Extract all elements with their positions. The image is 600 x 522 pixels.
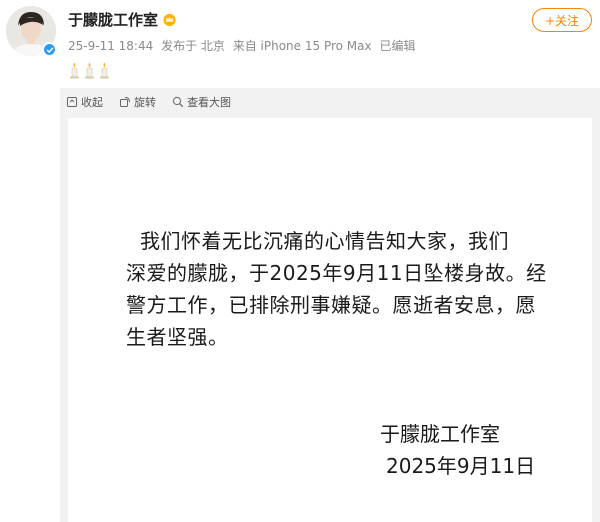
crown-icon bbox=[162, 12, 177, 27]
candle-icon bbox=[70, 62, 79, 79]
collapse-button[interactable]: 收起 bbox=[66, 94, 103, 110]
post-text-emojis bbox=[68, 62, 111, 79]
follow-button[interactable]: +关注 bbox=[532, 8, 592, 32]
statement-signature: 于朦胧工作室 2025年9月11日 bbox=[380, 418, 535, 482]
image-toolbar: 收起 旋转 查看大图 bbox=[66, 94, 231, 110]
candle-icon bbox=[85, 62, 94, 79]
post-edited[interactable]: 已编辑 bbox=[379, 39, 415, 53]
post-meta: 25-9-11 18:44 发布于 北京 来自 iPhone 15 Pro Ma… bbox=[68, 37, 419, 54]
signature-date: 2025年9月11日 bbox=[386, 454, 536, 478]
post-header: 于朦胧工作室 25-9-11 18:44 发布于 北京 来自 iPhone 15… bbox=[0, 0, 600, 90]
author-name[interactable]: 于朦胧工作室 bbox=[68, 9, 158, 30]
author-name-row: 于朦胧工作室 bbox=[68, 9, 177, 30]
collapse-label: 收起 bbox=[81, 96, 103, 109]
view-large-button[interactable]: 查看大图 bbox=[172, 94, 231, 110]
magnify-icon bbox=[172, 96, 184, 108]
rotate-label: 旋转 bbox=[134, 96, 156, 109]
statement-line: 警方工作，已排除刑事嫌疑。愿逝者安息，愿 bbox=[126, 293, 536, 317]
rotate-button[interactable]: 旋转 bbox=[119, 94, 156, 110]
rotate-icon bbox=[120, 97, 130, 107]
post-time[interactable]: 25-9-11 18:44 bbox=[68, 39, 153, 53]
post-location: 发布于 北京 bbox=[161, 39, 225, 53]
statement-line: 生者坚强。 bbox=[126, 325, 229, 349]
statement-line: 深爱的朦胧，于2025年9月11日坠楼身故。经 bbox=[126, 261, 547, 285]
signature-name: 于朦胧工作室 bbox=[380, 422, 500, 446]
statement-line: 我们怀着无比沉痛的心情告知大家，我们 bbox=[140, 229, 509, 253]
verified-badge-icon bbox=[42, 42, 57, 57]
post-device: 来自 iPhone 15 Pro Max bbox=[232, 39, 372, 53]
statement-text: 我们怀着无比沉痛的心情告知大家，我们 深爱的朦胧，于2025年9月11日坠楼身故… bbox=[126, 225, 566, 353]
view-large-label: 查看大图 bbox=[187, 96, 231, 109]
collapse-icon bbox=[67, 97, 77, 107]
candle-icon bbox=[100, 62, 109, 79]
